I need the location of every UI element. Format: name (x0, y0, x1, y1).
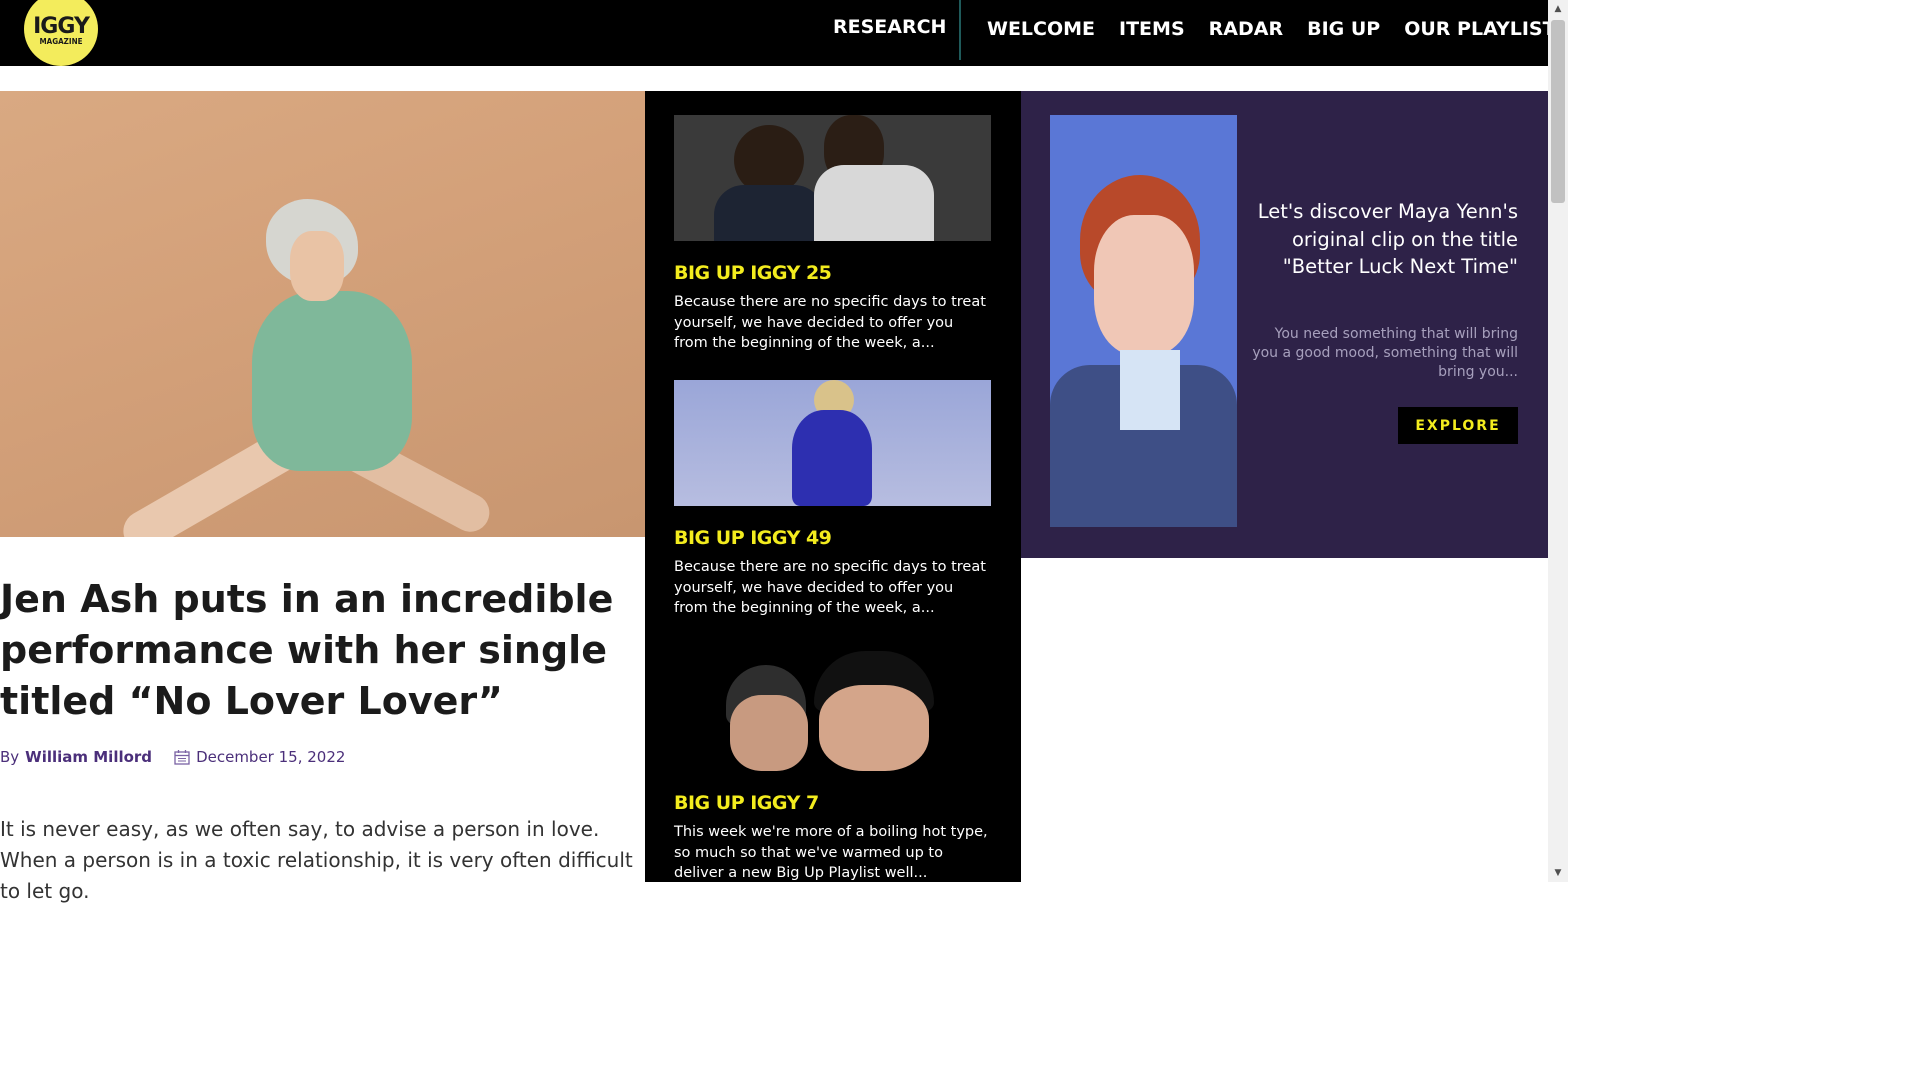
main-nav: WELCOME ITEMS RADAR BIG UP OUR PLAYLISTS (987, 18, 1569, 40)
card-big-up-7[interactable]: BIG UP IGGY 7 This week we're more of a … (674, 645, 991, 884)
card-text: Because there are no specific days to tr… (674, 559, 986, 616)
explore-button[interactable]: EXPLORE (1398, 407, 1518, 444)
page-scrollbar[interactable]: ▲ ▼ (1548, 0, 1568, 882)
photo-shape (1120, 350, 1180, 430)
iggy-logo[interactable]: IGGY MAGAZINE (24, 0, 98, 66)
nav-research[interactable]: RESEARCH (833, 16, 946, 38)
card-big-up-49[interactable]: BIG UP IGGY 49 Because there are no spec… (674, 380, 991, 619)
card-title[interactable]: BIG UP IGGY 25 (674, 262, 991, 284)
nav-welcome[interactable]: WELCOME (987, 18, 1095, 40)
card-image[interactable] (674, 645, 991, 771)
article-excerpt: It is never easy, as we often say, to ad… (0, 817, 633, 903)
logo-sub-text: MAGAZINE (39, 37, 83, 46)
scroll-up-arrow-icon[interactable]: ▲ (1548, 0, 1568, 18)
card-title[interactable]: BIG UP IGGY 49 (674, 527, 991, 549)
nav-our-playlists[interactable]: OUR PLAYLISTS (1404, 18, 1569, 40)
photo-shape (1094, 215, 1194, 355)
promo-heading[interactable]: Let's discover Maya Yenn's original clip… (1248, 198, 1518, 281)
photo-shape (290, 231, 344, 301)
scroll-thumb[interactable] (1551, 20, 1565, 203)
photo-shape (792, 410, 872, 506)
photo-shape (714, 185, 824, 241)
byline-prefix: By (0, 748, 20, 766)
featured-article-image[interactable] (0, 91, 645, 537)
photo-shape (819, 685, 929, 771)
nav-items[interactable]: ITEMS (1119, 18, 1185, 40)
calendar-icon (174, 749, 190, 765)
photo-shape (814, 165, 934, 241)
nav-big-up[interactable]: BIG UP (1307, 18, 1380, 40)
card-image[interactable] (674, 115, 991, 241)
top-navigation: IGGY MAGAZINE RESEARCH WELCOME ITEMS RAD… (0, 0, 1569, 66)
photo-shape (730, 695, 808, 771)
scroll-down-arrow-icon[interactable]: ▼ (1548, 864, 1568, 882)
promo-panel: Let's discover Maya Yenn's original clip… (1021, 91, 1548, 558)
big-up-column: BIG UP IGGY 25 Because there are no spec… (645, 91, 1021, 882)
card-image[interactable] (674, 380, 991, 506)
card-big-up-25[interactable]: BIG UP IGGY 25 Because there are no spec… (674, 115, 991, 354)
article-title[interactable]: Jen Ash puts in an incredible performanc… (0, 574, 640, 727)
promo-image[interactable] (1050, 115, 1237, 527)
author-link[interactable]: William Millord (25, 748, 152, 766)
photo-shape (252, 291, 412, 471)
promo-text: You need something that will bring you a… (1252, 326, 1518, 380)
logo-main-text: IGGY (33, 14, 90, 39)
article-byline: By William Millord December 15, 2022 (0, 748, 345, 766)
card-text: Because there are no specific days to tr… (674, 294, 986, 351)
article-date: December 15, 2022 (196, 748, 346, 766)
nav-divider (959, 0, 961, 60)
nav-radar[interactable]: RADAR (1209, 18, 1283, 40)
card-text: This week we're more of a boiling hot ty… (674, 824, 988, 881)
card-title[interactable]: BIG UP IGGY 7 (674, 792, 991, 814)
